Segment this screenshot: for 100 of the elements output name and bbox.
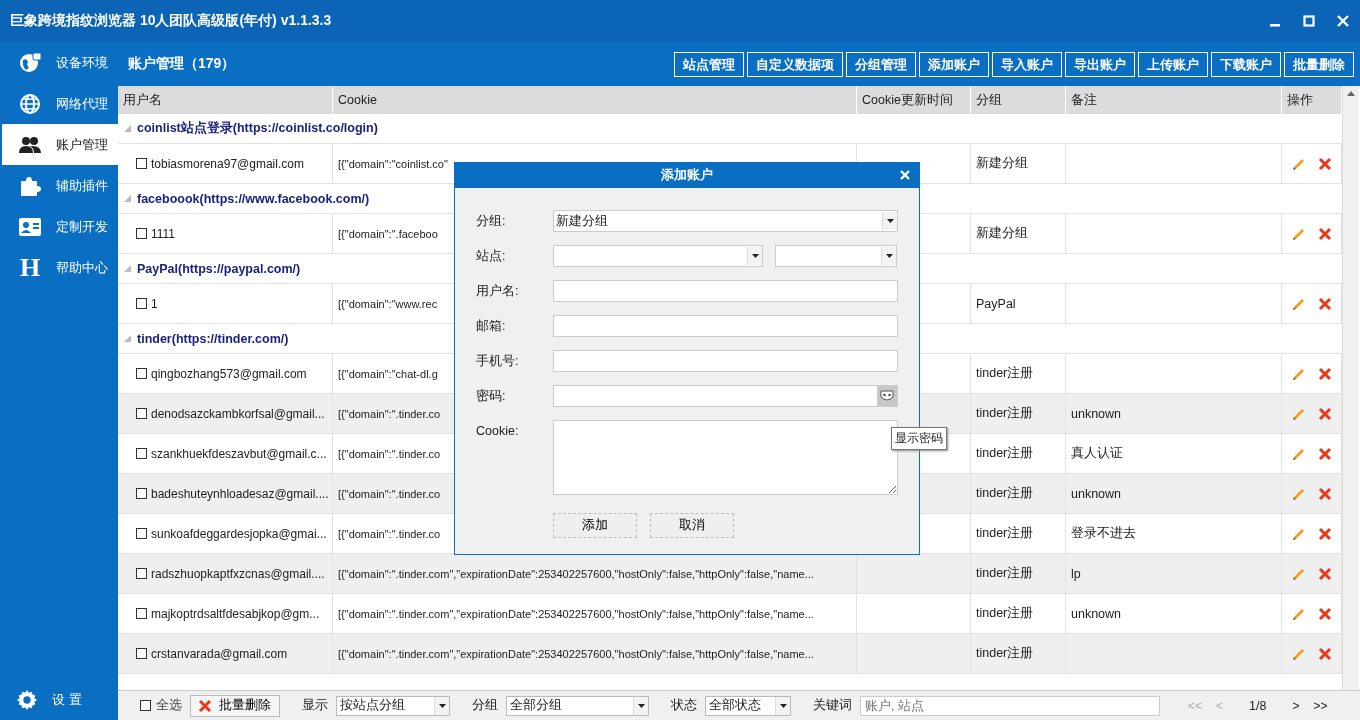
- username-text: majkoptrdsaltfdesabjkop@gm...: [151, 606, 320, 621]
- delete-icon[interactable]: [1318, 486, 1332, 501]
- column-header[interactable]: 分组: [971, 86, 1066, 114]
- toolbar-button[interactable]: 下载账户: [1211, 51, 1281, 77]
- dropdown-arrow-icon[interactable]: [751, 254, 759, 258]
- table-cell: PayPal: [971, 284, 1066, 324]
- pencil-icon[interactable]: [1292, 446, 1306, 461]
- delete-icon[interactable]: [1318, 406, 1332, 421]
- column-header[interactable]: Cookie更新时间: [857, 86, 971, 114]
- row-checkbox[interactable]: [136, 228, 147, 239]
- pager-button[interactable]: >>: [1311, 698, 1330, 713]
- filter-select[interactable]: 全部状态: [705, 695, 791, 716]
- sidebar-item[interactable]: 辅助插件: [2, 165, 118, 206]
- pencil-icon[interactable]: [1292, 526, 1306, 541]
- input-field[interactable]: [553, 280, 898, 302]
- pager-button[interactable]: >: [1290, 698, 1302, 713]
- scrollbar[interactable]: [1342, 86, 1359, 690]
- sidebar-item[interactable]: 账户管理: [2, 124, 118, 165]
- delete-icon[interactable]: [1318, 526, 1332, 541]
- group-row[interactable]: coinlist站点登录(https://coinlist.co/login): [118, 114, 1342, 144]
- pencil-icon[interactable]: [1292, 366, 1306, 381]
- row-checkbox[interactable]: [136, 648, 147, 659]
- sidebar-item[interactable]: 网络代理: [2, 83, 118, 124]
- close-icon[interactable]: [1336, 14, 1350, 28]
- username-text: 1: [151, 296, 158, 311]
- delete-icon[interactable]: [1318, 296, 1332, 311]
- username-text: 1111: [151, 226, 176, 241]
- dialog-button[interactable]: 添加: [553, 513, 637, 538]
- pencil-icon[interactable]: [1292, 566, 1306, 581]
- toolbar-button[interactable]: 导入账户: [992, 51, 1062, 77]
- row-checkbox[interactable]: [136, 608, 147, 619]
- password-field[interactable]: [553, 385, 898, 407]
- pencil-icon[interactable]: [1292, 486, 1306, 501]
- tooltip: 显示密码: [891, 427, 947, 450]
- dialog-title: 添加账户: [661, 167, 713, 184]
- dropdown-arrow-icon[interactable]: [637, 703, 645, 708]
- dropdown-arrow-icon[interactable]: [885, 254, 893, 258]
- window-title: 巨象跨境指纹浏览器 10人团队高级版(年付) v1.1.3.3: [9, 12, 333, 30]
- toolbar-button[interactable]: 导出账户: [1065, 51, 1135, 77]
- column-header[interactable]: Cookie: [333, 86, 857, 114]
- pencil-icon[interactable]: [1292, 296, 1306, 311]
- pencil-icon[interactable]: [1292, 406, 1306, 421]
- delete-icon[interactable]: [1318, 366, 1332, 381]
- delete-icon[interactable]: [1318, 646, 1332, 661]
- delete-icon[interactable]: [1318, 606, 1332, 621]
- toolbar-button[interactable]: 上传账户: [1138, 51, 1208, 77]
- dialog-button[interactable]: 取消: [650, 513, 734, 538]
- pencil-icon[interactable]: [1292, 226, 1306, 241]
- dropdown-arrow-icon[interactable]: [779, 703, 787, 708]
- delete-icon[interactable]: [1318, 446, 1332, 461]
- settings-icon: [16, 689, 38, 711]
- toolbar-button[interactable]: 分组管理: [846, 51, 916, 77]
- table-cell: unknown: [1066, 474, 1282, 514]
- username-text: tobiasmorena97@gmail.com: [151, 156, 304, 171]
- delete-icon[interactable]: [1318, 226, 1332, 241]
- sidebar-item[interactable]: 设备环境: [2, 42, 118, 83]
- delete-icon[interactable]: [1318, 566, 1332, 581]
- row-checkbox[interactable]: [136, 448, 147, 459]
- toolbar-button[interactable]: 添加账户: [919, 51, 989, 77]
- pencil-icon[interactable]: [1292, 646, 1306, 661]
- input-field[interactable]: [553, 350, 898, 372]
- username-text: qingbozhang573@gmail.com: [151, 366, 307, 381]
- close-icon[interactable]: [899, 169, 911, 181]
- table-cell: 新建分组: [971, 144, 1066, 184]
- pencil-icon[interactable]: [1292, 606, 1306, 621]
- delete-icon[interactable]: [1318, 156, 1332, 171]
- column-header[interactable]: 用户名: [118, 86, 333, 114]
- column-header[interactable]: 操作: [1282, 86, 1342, 114]
- globe-icon: [18, 91, 42, 116]
- toolbar-button[interactable]: 站点管理: [674, 51, 744, 77]
- filter-select[interactable]: 全部分组: [506, 695, 649, 716]
- keyword-field[interactable]: 账户, 站点: [860, 695, 1160, 716]
- table-cell: tinder注册: [971, 634, 1066, 674]
- dropdown-arrow-icon[interactable]: [438, 703, 446, 708]
- column-header[interactable]: 备注: [1066, 86, 1282, 114]
- row-checkbox[interactable]: [136, 408, 147, 419]
- group-select[interactable]: 新建分组: [553, 210, 898, 232]
- toolbar-button[interactable]: 批量删除: [1284, 51, 1354, 77]
- row-checkbox[interactable]: [136, 368, 147, 379]
- sidebar-item[interactable]: H 帮助中心: [2, 247, 118, 288]
- row-checkbox[interactable]: [136, 488, 147, 499]
- pencil-icon[interactable]: [1292, 156, 1306, 171]
- row-checkbox[interactable]: [136, 528, 147, 539]
- table-cell: lp: [1066, 554, 1282, 594]
- row-checkbox[interactable]: [136, 158, 147, 169]
- field-label: 手机号:: [476, 352, 520, 370]
- batch-delete-button[interactable]: 批量删除: [190, 694, 280, 717]
- select-all-label[interactable]: 全选: [156, 697, 182, 714]
- select-all-checkbox[interactable]: [140, 700, 151, 711]
- input-field[interactable]: [553, 315, 898, 337]
- toolbar-button[interactable]: 自定义数据项: [747, 51, 843, 77]
- filter-select[interactable]: 按站点分组: [336, 695, 450, 716]
- settings-item[interactable]: 设 置: [0, 680, 118, 720]
- row-checkbox[interactable]: [136, 568, 147, 579]
- sidebar-item[interactable]: 定制开发: [2, 206, 118, 247]
- dropdown-arrow-icon[interactable]: [886, 219, 894, 223]
- username-text: denodsazckambkorfsal@gmail...: [151, 406, 325, 421]
- mask-icon[interactable]: [877, 386, 897, 406]
- row-checkbox[interactable]: [136, 298, 147, 309]
- maximize-icon[interactable]: [1302, 14, 1316, 28]
